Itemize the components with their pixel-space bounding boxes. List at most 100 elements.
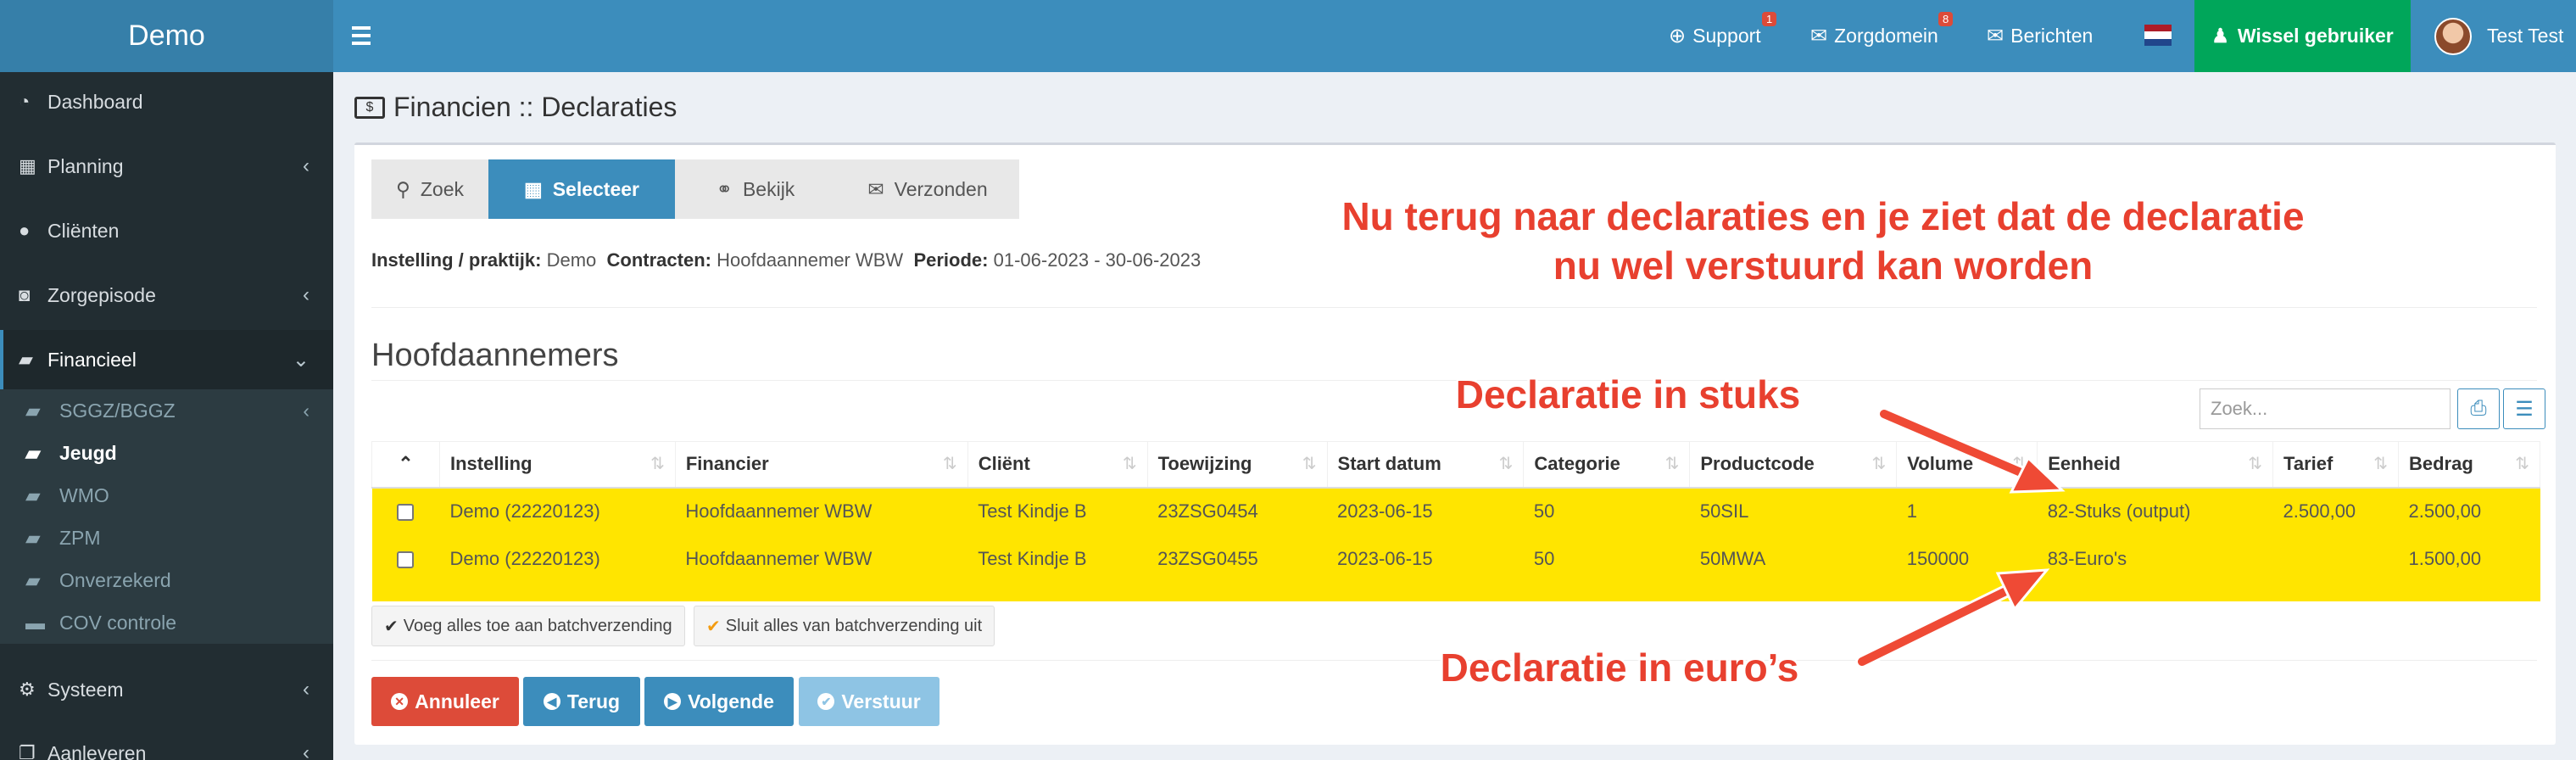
sidebar-subitem-cov-controle[interactable]: ▬ COV controle — [0, 601, 333, 644]
cell-start-datum: 2023-06-15 — [1337, 500, 1433, 522]
sidebar-item-label: Financieel — [47, 348, 137, 371]
column-header-label: Productcode — [1700, 453, 1815, 475]
sidebar-item-financieel[interactable]: ▰ Financieel ⌄ — [0, 330, 333, 389]
annuleer-button[interactable]: ✕ Annuleer — [371, 677, 519, 726]
chevron-left-icon: ‹ — [303, 154, 309, 177]
cell-productcode: 50SIL — [1699, 500, 1749, 522]
exclude-all-batch-button[interactable]: ✔ Sluit alles van batchverzending uit — [694, 606, 995, 646]
annotation-main: Nu terug naar declaraties en je ziet dat… — [1280, 192, 2366, 290]
row-checkbox-cell[interactable] — [372, 488, 440, 535]
support-link[interactable]: ⊕ Support — [1669, 0, 1761, 72]
arrow-right-circle-icon: ▶ — [664, 693, 682, 710]
sort-icon: ⇅ — [2248, 455, 2263, 474]
sidebar-item-label: Zorgepisode — [47, 283, 156, 306]
cell-toewijzing-link[interactable]: 23ZSG0454 — [1147, 488, 1327, 535]
sidebar-subitem-sggz[interactable]: ▰ SGGZ/BGGZ ‹ — [0, 389, 333, 432]
sidebar-subitem-label: SGGZ/BGGZ — [59, 399, 176, 422]
row-checkbox[interactable] — [397, 504, 415, 522]
column-header-eenheid[interactable]: Eenheid ⇅ — [2037, 441, 2274, 489]
cell-categorie: 50 — [1533, 500, 1555, 522]
zorgdomein-link[interactable]: ✉ Zorgdomein — [1810, 0, 1938, 72]
row-checkbox[interactable] — [397, 550, 415, 568]
wizard-step-label: Selecteer — [552, 177, 640, 200]
sidebar-subitem-onverzekerd[interactable]: ▰ Onverzekerd — [0, 559, 333, 601]
column-header-toewijzing[interactable]: Toewijzing ⇅ — [1146, 441, 1328, 489]
cell-eenheid: 82-Stuks (output) — [2047, 500, 2191, 522]
sort-icon: ⇅ — [650, 455, 665, 474]
wizard-step-bekijk[interactable]: ⚭ Bekijk — [675, 159, 836, 219]
table-row[interactable]: Demo (22220123) Hoofdaannemer WBW Test K… — [371, 487, 2540, 535]
column-header-instelling[interactable]: Instelling ⇅ — [438, 441, 676, 489]
berichten-link[interactable]: ✉ Berichten — [1987, 0, 2093, 72]
chevron-down-icon: ⌄ — [292, 348, 309, 372]
table-header-row: ⌃ Instelling ⇅ Financier ⇅ Cliënt ⇅ Toewijz… — [371, 441, 2541, 489]
avatar[interactable] — [2434, 18, 2472, 55]
wizard-step-verzonden[interactable]: ✉ Verzonden — [836, 159, 1019, 219]
check-circle-icon: ✔ — [817, 693, 835, 710]
column-header-volume[interactable]: Volume ⇅ — [1896, 441, 2038, 489]
menu-toggle-icon[interactable] — [352, 20, 382, 51]
column-header-tarief[interactable]: Tarief ⇅ — [2272, 441, 2399, 489]
chevron-left-icon: ‹ — [303, 741, 309, 760]
app-logo[interactable]: Demo — [0, 0, 333, 72]
column-header-financier[interactable]: Financier ⇅ — [674, 441, 968, 489]
sidebar-item-planning[interactable]: ▦ Planning ‹ — [0, 137, 333, 196]
volgende-button[interactable]: ▶ Volgende — [644, 677, 794, 726]
cell-tarief: 2.500,00 — [2283, 500, 2356, 522]
cell-bedrag: 1.500,00 — [2408, 547, 2482, 569]
table-icon: ▦ — [523, 177, 543, 200]
table-row-spacer — [371, 582, 2540, 601]
cell-instelling: Demo (22220123) — [449, 500, 600, 522]
select-all-toggle[interactable]: ⌃ — [371, 441, 440, 489]
copy-icon: ❐ — [19, 742, 36, 760]
terug-button[interactable]: ◀ Terug — [523, 677, 640, 726]
sidebar-item-systeem[interactable]: ⚙ Systeem ‹ — [0, 660, 333, 719]
chevron-left-icon: ‹ — [303, 283, 309, 306]
search-input[interactable]: Zoek... — [2200, 388, 2451, 429]
sidebar-subitem-jeugd[interactable]: ▰ Jeugd — [0, 432, 333, 474]
cell-toewijzing-link[interactable]: 23ZSG0455 — [1147, 535, 1327, 583]
envelope-icon: ✉ — [1987, 25, 2004, 48]
verstuur-button[interactable]: ✔ Verstuur — [799, 677, 940, 726]
page-title-text: Financien :: Declaraties — [393, 92, 677, 122]
column-header-client[interactable]: Cliënt ⇅ — [967, 441, 1148, 489]
column-header-start-datum[interactable]: Start datum ⇅ — [1326, 441, 1525, 489]
user-name[interactable]: Test Test — [2487, 0, 2563, 72]
gears-icon: ⚙ — [19, 679, 36, 700]
wizard-step-selecteer[interactable]: ▦ Selecteer — [488, 159, 675, 219]
column-header-productcode[interactable]: Productcode ⇅ — [1689, 441, 1898, 489]
column-header-bedrag[interactable]: Bedrag ⇅ — [2397, 441, 2541, 489]
add-all-batch-button[interactable]: ✔ Voeg alles toe aan batchverzending — [371, 606, 685, 646]
columns-button[interactable]: ☰ — [2503, 388, 2545, 429]
sidebar-item-label: Aanleveren — [47, 741, 147, 760]
sidebar-subitem-label: Onverzekerd — [59, 568, 171, 591]
terug-label: Terug — [566, 690, 621, 712]
wizard-step-label: Bekijk — [742, 177, 795, 200]
user-secret-icon: ♟ — [2211, 25, 2229, 47]
filter-instelling-value: Demo — [546, 249, 597, 271]
sidebar-item-aanleveren[interactable]: ❐ Aanleveren ‹ — [0, 724, 333, 760]
wissel-gebruiker-button[interactable]: ♟ Wissel gebruiker — [2194, 0, 2411, 72]
sidebar-item-clienten[interactable]: ● Cliënten — [0, 201, 333, 260]
sidebar-item-zorgepisode[interactable]: ◙ Zorgepisode ‹ — [0, 265, 333, 325]
sidebar-item-dashboard[interactable]: ◔ Dashboard — [0, 72, 333, 131]
print-button[interactable]: ⎙ — [2457, 388, 2500, 429]
sidebar-subitem-wmo[interactable]: ▰ WMO — [0, 474, 333, 517]
sidebar-subitem-label: COV controle — [59, 611, 177, 634]
page-title: $ Financien :: Declaraties — [354, 92, 677, 123]
column-header-label: Cliënt — [978, 453, 1030, 475]
wizard-steps: ⚲ Zoek ▦ Selecteer ⚭ Bekijk ✉ Verzonden — [371, 159, 1019, 219]
column-header-categorie[interactable]: Categorie ⇅ — [1523, 441, 1691, 489]
add-all-batch-label: Voeg alles toe aan batchverzending — [403, 616, 672, 635]
book-icon: ▰ — [25, 568, 41, 591]
cell-categorie: 50 — [1533, 547, 1555, 569]
filter-periode-label: Periode: — [913, 249, 989, 271]
table-row[interactable]: Demo (22220123) Hoofdaannemer WBW Test K… — [371, 534, 2540, 583]
sort-icon: ⇅ — [2373, 455, 2388, 474]
row-checkbox-cell[interactable] — [372, 535, 440, 583]
wizard-step-zoek[interactable]: ⚲ Zoek — [371, 159, 488, 219]
column-header-label: Volume — [1907, 453, 1974, 475]
column-header-label: Start datum — [1337, 453, 1441, 475]
sidebar-subitem-zpm[interactable]: ▰ ZPM — [0, 517, 333, 559]
language-flag-icon[interactable] — [2144, 25, 2172, 46]
